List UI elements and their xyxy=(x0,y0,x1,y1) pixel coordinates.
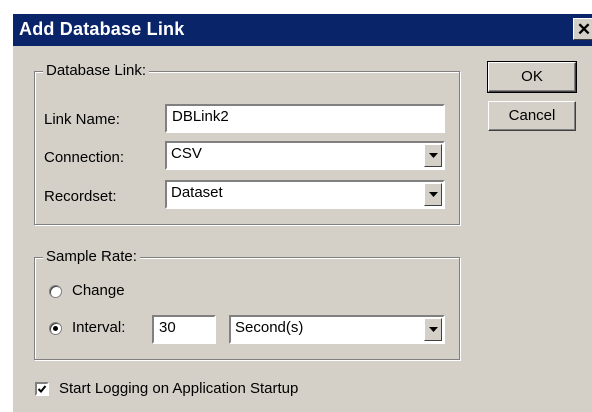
connection-dropdown-button[interactable] xyxy=(424,144,442,167)
start-logging-label[interactable]: Start Logging on Application Startup xyxy=(59,380,298,397)
interval-value: 30 xyxy=(159,319,176,336)
add-database-link-dialog: Add Database Link ✕ OK Cancel Database L… xyxy=(12,13,592,412)
checkmark-icon xyxy=(37,385,47,393)
start-logging-checkbox[interactable] xyxy=(35,382,49,396)
ok-button[interactable]: OK xyxy=(487,61,577,93)
title-bar: Add Database Link ✕ xyxy=(13,14,592,46)
connection-value: CSV xyxy=(171,145,202,162)
interval-label[interactable]: Interval: xyxy=(72,319,125,336)
link-name-label: Link Name: xyxy=(44,111,120,128)
close-icon: ✕ xyxy=(576,20,592,39)
close-button[interactable]: ✕ xyxy=(573,18,592,40)
ok-button-label: OK xyxy=(521,68,543,85)
recordset-dropdown-button[interactable] xyxy=(424,183,442,206)
change-radio[interactable] xyxy=(49,285,62,298)
interval-unit-dropdown-button[interactable] xyxy=(424,318,442,341)
chevron-down-icon xyxy=(429,153,438,158)
interval-unit-select[interactable]: Second(s) xyxy=(229,315,445,344)
interval-radio[interactable] xyxy=(49,322,62,335)
chevron-down-icon xyxy=(429,327,438,332)
recordset-value: Dataset xyxy=(171,184,223,201)
recordset-select[interactable]: Dataset xyxy=(165,180,445,209)
cancel-button-label: Cancel xyxy=(508,107,556,124)
sample-rate-legend: Sample Rate: xyxy=(43,248,140,265)
connection-select[interactable]: CSV xyxy=(165,141,445,170)
dialog-title: Add Database Link xyxy=(19,19,185,39)
interval-unit-value: Second(s) xyxy=(235,319,304,336)
link-name-input[interactable]: DBLink2 xyxy=(165,104,445,133)
sample-rate-group: Sample Rate: xyxy=(34,248,460,360)
interval-radio-dot xyxy=(53,326,58,331)
database-link-legend: Database Link: xyxy=(43,62,150,79)
chevron-down-icon xyxy=(429,192,438,197)
interval-input[interactable]: 30 xyxy=(152,315,216,344)
cancel-button[interactable]: Cancel xyxy=(488,101,576,131)
connection-label: Connection: xyxy=(44,149,125,166)
change-label[interactable]: Change xyxy=(72,282,125,299)
link-name-value: DBLink2 xyxy=(172,108,229,125)
recordset-label: Recordset: xyxy=(44,188,117,205)
